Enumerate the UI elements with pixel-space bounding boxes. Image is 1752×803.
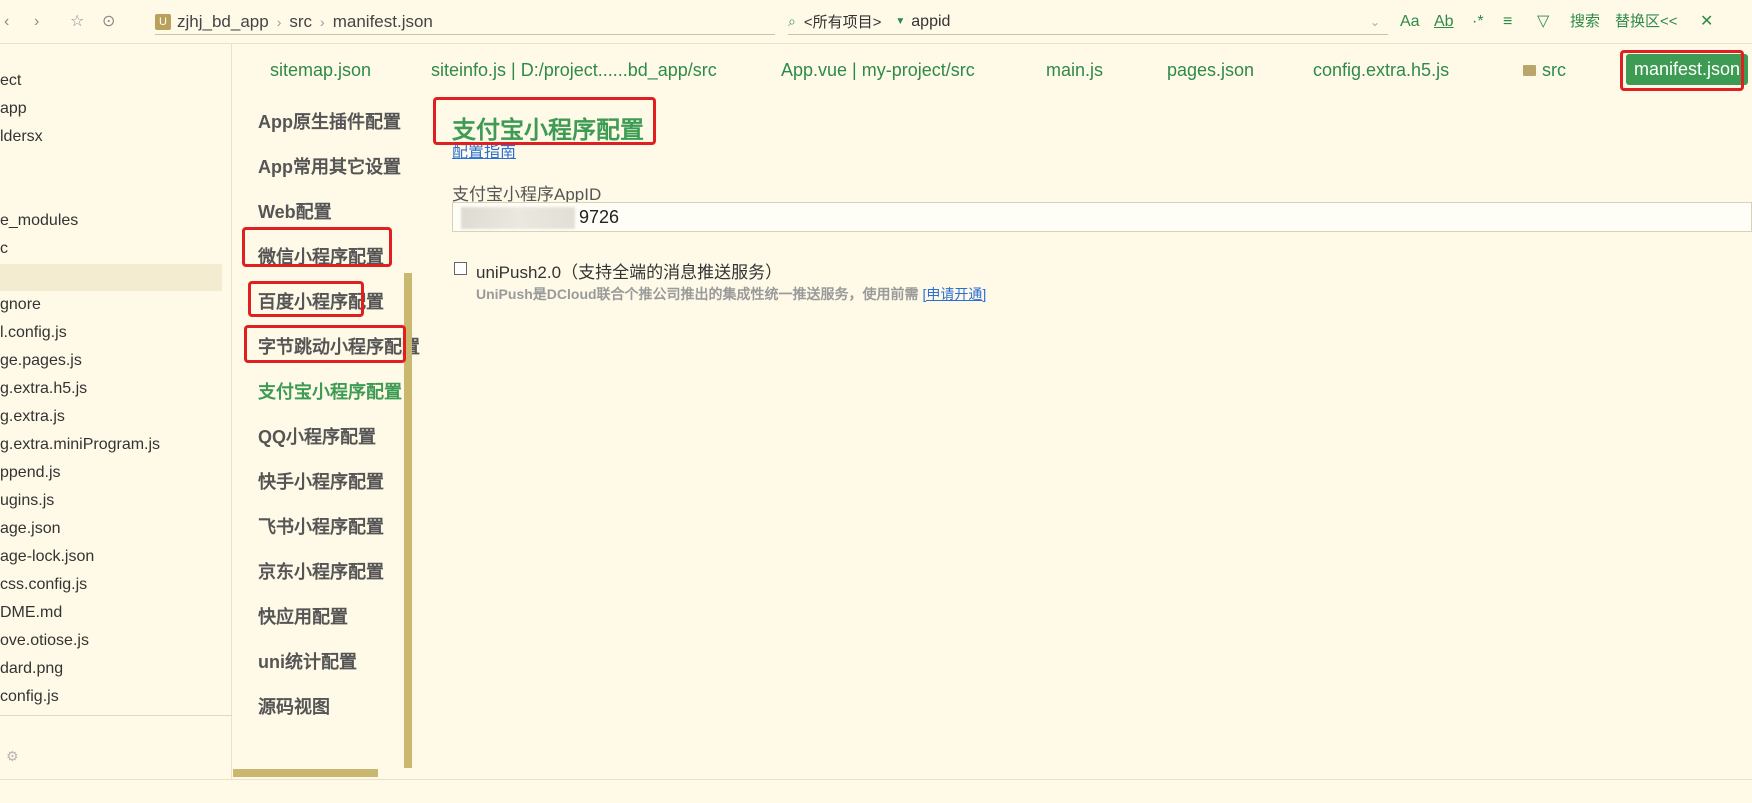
tab-main-js[interactable]: main.js [1046, 60, 1103, 81]
tab-sitemap[interactable]: sitemap.json [270, 60, 371, 81]
run-icon[interactable]: ⊙ [102, 13, 115, 31]
file-item[interactable]: ppend.js [0, 464, 61, 482]
unipush-desc-text: UniPush是DCloud联合个推公司推出的集成性统一推送服务，使用前需 [476, 286, 919, 302]
folder-icon [1523, 65, 1536, 76]
nav-source-view[interactable]: 源码视图 [258, 693, 330, 719]
nav-toutiao[interactable]: 字节跳动小程序配置 [258, 333, 420, 359]
match-case-icon[interactable]: Aa [1400, 12, 1420, 32]
chevron-right-icon: › [276, 13, 282, 30]
project-logo-icon: U [155, 13, 171, 30]
tab-config-extra[interactable]: config.extra.h5.js [1313, 60, 1449, 81]
chevron-right-icon: › [320, 13, 325, 30]
redacted-area [461, 207, 575, 229]
nav-feishu[interactable]: 飞书小程序配置 [258, 513, 384, 539]
top-toolbar: ‹ › ☆ ⊙ U zjhj_bd_app › src › manifest.j… [0, 0, 1752, 44]
appid-input[interactable]: 9726 [452, 202, 1752, 232]
file-item[interactable]: ove.otiose.js [0, 632, 89, 650]
search-input[interactable]: appid [911, 13, 950, 31]
nav-horizontal-scrollbar[interactable] [233, 769, 378, 777]
breadcrumb-project[interactable]: zjhj_bd_app [177, 12, 269, 32]
filter-icon[interactable]: ▽ [1537, 12, 1549, 32]
file-item[interactable]: config.js [0, 688, 59, 706]
file-item[interactable]: age.json [0, 520, 61, 538]
nav-qq[interactable]: QQ小程序配置 [258, 423, 376, 449]
nav-uni-stat[interactable]: uni统计配置 [258, 648, 357, 674]
breadcrumb: U zjhj_bd_app › src › manifest.json [155, 9, 775, 35]
file-item[interactable]: ugins.js [0, 492, 54, 510]
unipush-label: uniPush2.0（支持全端的消息推送服务） [476, 263, 783, 282]
nav-web[interactable]: Web配置 [258, 198, 332, 224]
unipush-checkbox[interactable] [454, 262, 467, 275]
search-bar: ⌕ <所有项目> ▼ appid ⌄ [788, 9, 1388, 35]
star-icon[interactable]: ☆ [70, 13, 84, 31]
nav-baidu[interactable]: 百度小程序配置 [258, 288, 384, 314]
tab-pages-json[interactable]: pages.json [1167, 60, 1254, 81]
caret-down-icon[interactable]: ▼ [895, 16, 905, 27]
file-item[interactable]: g.extra.js [0, 408, 65, 426]
replace-toggle-button[interactable]: 替换区<< [1615, 12, 1678, 32]
whole-word-icon[interactable]: Ab [1434, 12, 1454, 32]
tab-app-vue[interactable]: App.vue | my-project/src [781, 60, 975, 81]
breadcrumb-file[interactable]: manifest.json [333, 12, 433, 32]
nav-scrollbar[interactable] [404, 273, 412, 768]
search-scope[interactable]: <所有项目> [804, 11, 882, 32]
file-item[interactable]: l.config.js [0, 324, 67, 342]
file-item[interactable]: age-lock.json [0, 548, 94, 566]
appid-value: 9726 [579, 207, 620, 227]
list-icon[interactable]: ≡ [1503, 12, 1512, 32]
nav-kuaishou[interactable]: 快手小程序配置 [258, 468, 384, 494]
file-item[interactable]: ect [0, 72, 21, 90]
file-item[interactable]: e_modules [0, 212, 78, 230]
config-nav: App原生插件配置 App常用其它设置 Web配置 微信小程序配置 百度小程序配… [233, 92, 420, 779]
file-item[interactable]: app [0, 100, 27, 118]
editor-tabs: sitemap.json siteinfo.js | D:/project...… [233, 50, 1752, 92]
file-item-selected[interactable] [0, 264, 222, 291]
close-icon[interactable]: ✕ [1700, 12, 1713, 32]
file-item[interactable]: g.extra.miniProgram.js [0, 436, 160, 454]
nav-app-other-settings[interactable]: App常用其它设置 [258, 153, 401, 179]
file-item[interactable]: DME.md [0, 604, 62, 622]
file-item[interactable]: g.extra.h5.js [0, 380, 87, 398]
settings-icon[interactable]: ⚙ [6, 748, 19, 765]
tab-siteinfo[interactable]: siteinfo.js | D:/project......bd_app/src [431, 60, 717, 81]
nav-app-native-plugins[interactable]: App原生插件配置 [258, 108, 401, 134]
bottom-panel [0, 779, 1752, 803]
nav-alipay[interactable]: 支付宝小程序配置 [258, 378, 402, 404]
file-item[interactable]: dard.png [0, 660, 63, 678]
back-icon[interactable]: ‹ [4, 13, 9, 31]
file-item[interactable]: ldersx [0, 128, 43, 146]
chevron-down-icon[interactable]: ⌄ [1370, 15, 1380, 29]
search-button[interactable]: 搜索 [1570, 12, 1600, 32]
tab-src-label: src [1542, 60, 1566, 80]
file-tree-footer: ⚙ [0, 715, 232, 779]
breadcrumb-folder[interactable]: src [289, 12, 312, 32]
file-item[interactable]: css.config.js [0, 576, 87, 594]
nav-jd[interactable]: 京东小程序配置 [258, 558, 384, 584]
regex-icon[interactable]: ·* [1472, 12, 1484, 32]
file-item[interactable]: ge.pages.js [0, 352, 82, 370]
forward-icon[interactable]: › [34, 13, 39, 31]
file-item[interactable]: gnore [0, 296, 41, 314]
config-guide-link[interactable]: 配置指南 [452, 138, 516, 162]
unipush-apply-link[interactable]: [申请开通] [922, 286, 986, 302]
unipush-description: UniPush是DCloud联合个推公司推出的集成性统一推送服务，使用前需 [申… [476, 284, 986, 304]
search-scope-icon: ⌕ [788, 13, 796, 29]
tab-manifest-json[interactable]: manifest.json [1626, 54, 1749, 85]
tab-src-folder[interactable]: src [1523, 60, 1566, 81]
nav-quickapp[interactable]: 快应用配置 [258, 603, 348, 629]
config-panel: 支付宝小程序配置 配置指南 支付宝小程序AppID 9726 uniPush2.… [420, 92, 1752, 779]
file-item[interactable]: c [0, 240, 8, 258]
file-tree: ect app ldersx e_modules c gnore l.confi… [0, 44, 232, 779]
nav-weixin[interactable]: 微信小程序配置 [258, 243, 384, 269]
